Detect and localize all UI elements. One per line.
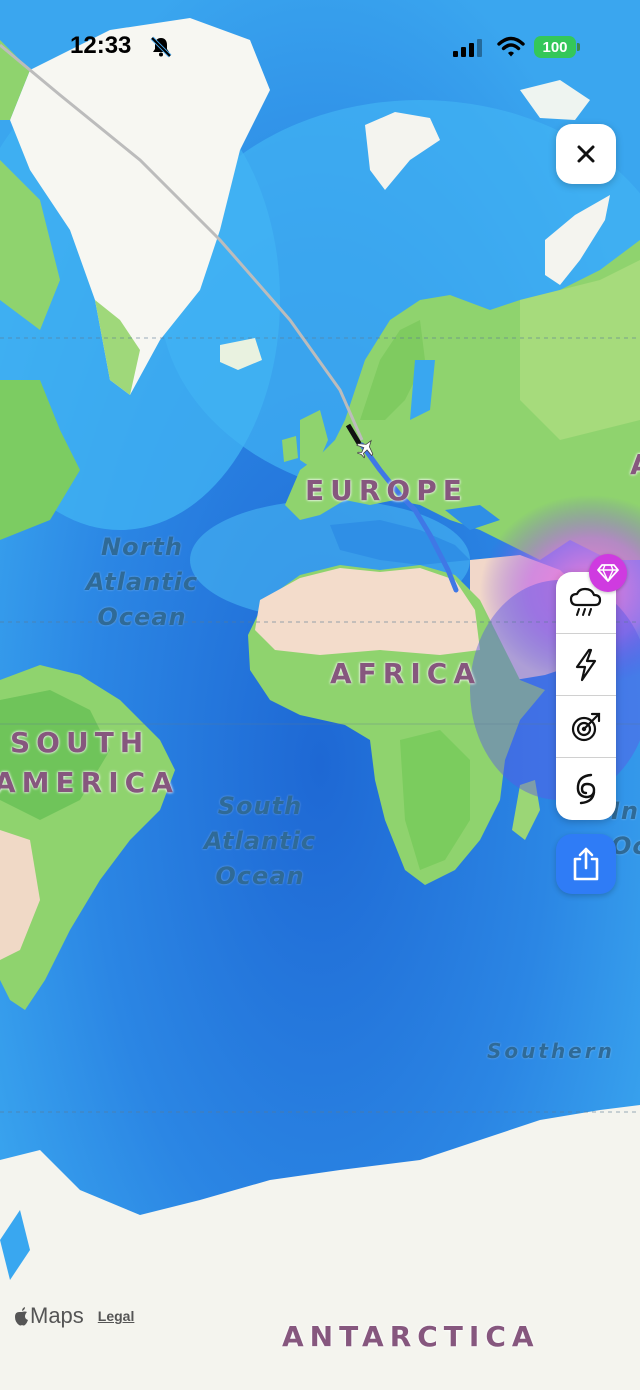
north-atlantic-line-2: Atlantic: [85, 568, 199, 596]
label-africa: AFRICA: [330, 657, 481, 690]
label-south-atlantic: South Atlantic Ocean: [200, 789, 320, 894]
gem-icon: [597, 564, 619, 582]
lightning-layer-button[interactable]: [556, 634, 616, 696]
maps-logo-text: Maps: [30, 1303, 84, 1328]
battery-cap: [577, 43, 580, 51]
status-time: 12:33: [70, 32, 132, 59]
south-atlantic-line-3: Ocean: [215, 862, 305, 890]
hurricane-icon: [576, 773, 596, 805]
share-button[interactable]: [556, 834, 616, 894]
battery-level: 100: [542, 38, 568, 56]
rain-icon: [569, 587, 602, 616]
battery-indicator: 100: [534, 36, 576, 58]
label-asia-partial: A: [630, 448, 640, 481]
world-map[interactable]: [0, 0, 640, 1390]
premium-badge[interactable]: [589, 554, 627, 592]
label-south: SOUTH: [10, 726, 150, 759]
label-europe: EUROPE: [305, 474, 468, 507]
apple-logo-icon: [15, 1306, 28, 1325]
label-north-atlantic: North Atlantic Ocean: [82, 530, 202, 635]
silent-bell-icon: [150, 36, 172, 58]
cellular-signal-icon: [453, 39, 482, 57]
south-atlantic-line-1: South: [217, 792, 303, 820]
map-attribution: Maps Legal: [14, 1303, 134, 1329]
layer-tools-panel: [556, 572, 616, 820]
label-antarctica: ANTARCTICA: [282, 1320, 540, 1353]
radar-layer-button[interactable]: [556, 696, 616, 758]
share-icon: [573, 847, 599, 881]
lightning-icon: [575, 648, 597, 681]
north-atlantic-line-1: North: [101, 533, 183, 561]
radar-target-icon: [571, 712, 601, 741]
close-icon: [577, 145, 595, 163]
south-atlantic-line-2: Atlantic: [203, 827, 317, 855]
close-button[interactable]: [556, 124, 616, 184]
label-america: AMERICA: [0, 766, 179, 799]
legal-link[interactable]: Legal: [98, 1308, 135, 1324]
hurricane-layer-button[interactable]: [556, 758, 616, 820]
north-atlantic-line-3: Ocean: [97, 603, 187, 631]
wifi-icon: [497, 36, 525, 57]
label-southern-ocean: Southern: [487, 1039, 615, 1063]
status-bar: 12:33 100: [0, 0, 640, 92]
